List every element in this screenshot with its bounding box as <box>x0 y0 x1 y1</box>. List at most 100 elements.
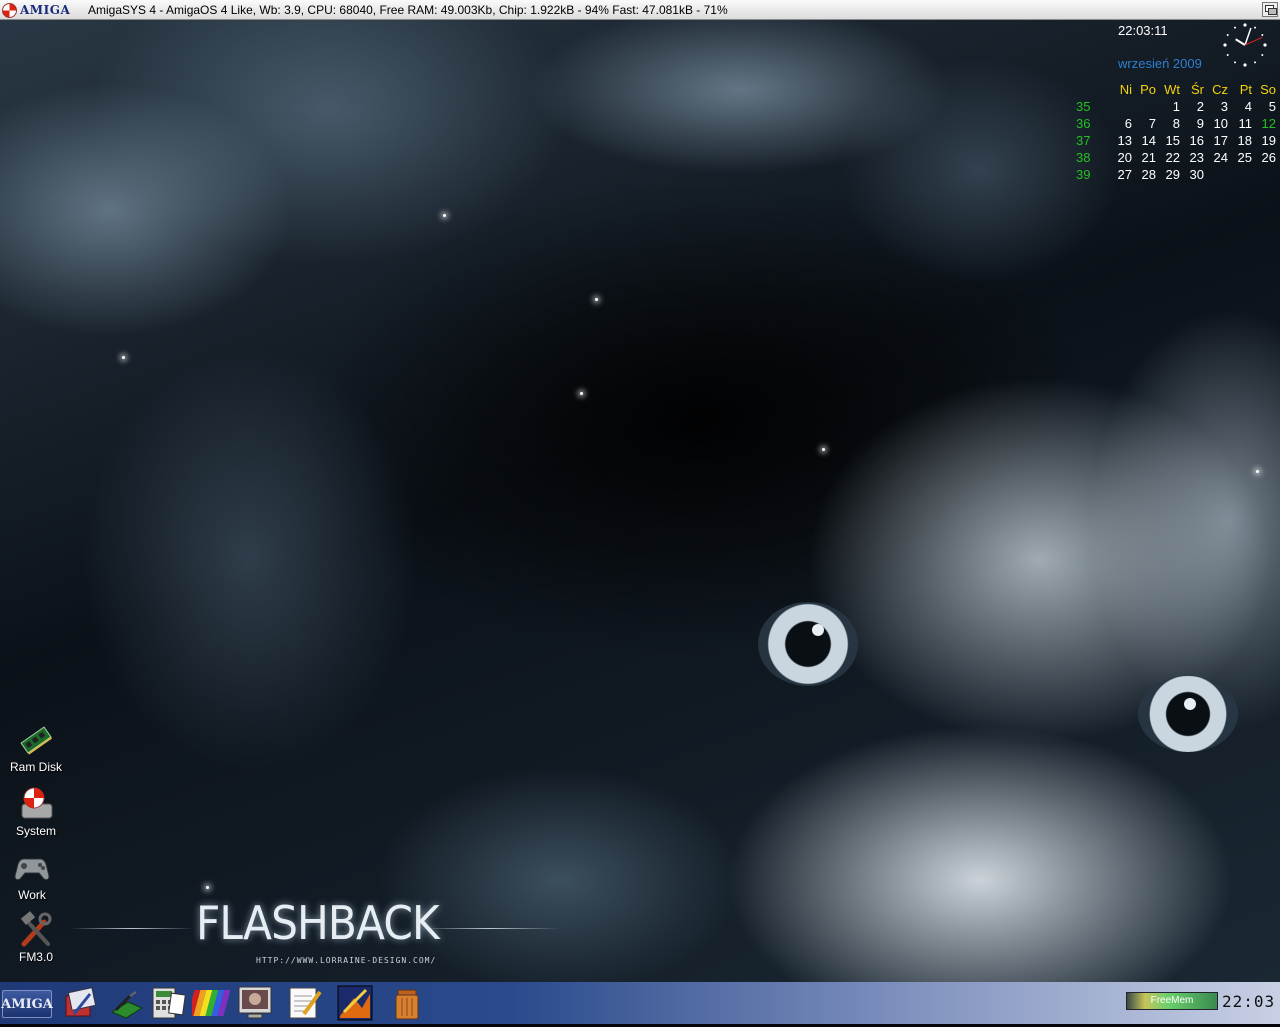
screen-title-bar[interactable]: AMIGA AmigaSYS 4 - AmigaOS 4 Like, Wb: 3… <box>0 0 1280 20</box>
calendar-day[interactable]: 26 <box>1252 150 1276 165</box>
calendar-day[interactable]: 14 <box>1132 133 1156 148</box>
screen-title: AmigaSYS 4 - AmigaOS 4 Like, Wb: 3.9, CP… <box>88 3 728 17</box>
wallpaper-line <box>420 928 560 929</box>
clock-tick <box>1254 26 1256 29</box>
clock-tick <box>1243 63 1247 67</box>
calendar-day[interactable]: 9 <box>1180 116 1204 131</box>
freemem-label: FreeMem <box>1150 995 1194 1006</box>
clock-tick <box>1234 61 1236 64</box>
calendar-day-header: Po <box>1140 82 1156 97</box>
calendar-day[interactable]: 7 <box>1132 116 1156 131</box>
dock-trashcan-button[interactable] <box>388 984 426 1022</box>
clock-tick <box>1261 34 1264 36</box>
clock-tick <box>1243 23 1247 27</box>
color-palette-icon <box>187 990 231 1016</box>
calendar-day[interactable]: 15 <box>1156 133 1180 148</box>
dock-toolkit-button[interactable] <box>60 984 98 1022</box>
boing-ball-drive-icon <box>16 784 56 824</box>
clock-tick <box>1261 54 1264 56</box>
calendar-day[interactable]: 18 <box>1228 133 1252 148</box>
calendar-day[interactable]: 4 <box>1228 99 1252 114</box>
calendar-day[interactable]: 1 <box>1156 99 1180 114</box>
tools-icon <box>16 910 56 950</box>
boing-ball-icon <box>2 2 17 18</box>
calendar-day[interactable]: 12 <box>1252 116 1276 131</box>
dock-shell-button[interactable] <box>108 984 146 1022</box>
calendar-month-year: wrzesień 2009 <box>1118 56 1202 71</box>
desktop-icon-system[interactable]: System <box>0 784 72 838</box>
calendar-day[interactable]: 25 <box>1228 150 1252 165</box>
calendar-day[interactable]: 3 <box>1204 99 1228 114</box>
trashcan-icon <box>395 989 419 1020</box>
wallpaper-eye-right <box>1138 676 1238 752</box>
star <box>122 356 125 359</box>
calendar-day[interactable]: 24 <box>1204 150 1228 165</box>
wallpaper-eye-left <box>758 602 858 686</box>
calendar-week-number: 37 <box>1076 133 1091 148</box>
star <box>822 448 825 451</box>
calendar-day[interactable]: 27 <box>1108 167 1132 182</box>
calendar-day-header: Śr <box>1191 82 1204 97</box>
calendar-day[interactable]: 28 <box>1132 167 1156 182</box>
taskbar-clock: 22:03 <box>1222 992 1276 1011</box>
calendar-day[interactable]: 19 <box>1252 133 1276 148</box>
calendar-day[interactable]: 2 <box>1180 99 1204 114</box>
calendar-day[interactable]: 20 <box>1108 150 1132 165</box>
calendar-day-header: So <box>1260 82 1276 97</box>
calendar-day[interactable]: 29 <box>1156 167 1180 182</box>
calendar-day[interactable]: 6 <box>1108 116 1132 131</box>
wallpaper-url: HTTP://WWW.LORRAINE-DESIGN.COM/ <box>256 956 437 965</box>
calendar-day[interactable]: 8 <box>1156 116 1180 131</box>
dock-calculator-button[interactable] <box>150 984 188 1022</box>
clock-tick <box>1226 34 1229 36</box>
calendar-week-number: 39 <box>1076 167 1091 182</box>
shell-icon <box>110 991 144 1019</box>
calendar-day[interactable]: 22 <box>1156 150 1180 165</box>
desktop-icon-label: FM3.0 <box>18 950 53 964</box>
desktop-icon-work[interactable]: Work <box>0 848 68 902</box>
clock-hour-hand <box>1235 38 1246 46</box>
clock-tick <box>1234 26 1236 29</box>
calendar-day[interactable]: 21 <box>1132 150 1156 165</box>
calendar-week-number: 35 <box>1076 99 1091 114</box>
paint-icon <box>337 985 373 1021</box>
desktop-icon-label: System <box>15 824 56 838</box>
star <box>443 214 446 217</box>
desktop-icon-label: Ram Disk <box>9 760 62 774</box>
amiga-start-button[interactable]: AMIGA <box>1 990 53 1018</box>
calendar-day[interactable]: 16 <box>1180 133 1204 148</box>
dock-paint-button[interactable] <box>336 984 374 1022</box>
desktop-icon-fm3[interactable]: FM3.0 <box>0 910 72 964</box>
calendar-day-header: Ni <box>1119 82 1132 97</box>
amiga-logo-text: AMIGA <box>20 3 71 17</box>
freemem-gauge[interactable]: FreeMem <box>1126 992 1218 1010</box>
wallpaper-line <box>70 928 194 929</box>
analog-clock <box>1223 23 1267 67</box>
star <box>580 392 583 395</box>
calendar-day-header: Wt <box>1164 82 1180 97</box>
depth-arrange-icon[interactable] <box>1262 2 1278 17</box>
toolkit-icon <box>65 987 97 1017</box>
desktop-icon-label: Work <box>18 888 46 902</box>
dock-monitor-button[interactable] <box>236 984 274 1022</box>
desktop-icon-ram-disk[interactable]: Ram Disk <box>0 720 72 774</box>
calendar-day[interactable]: 11 <box>1228 116 1253 131</box>
calendar-day-header: Cz <box>1212 82 1228 97</box>
dock-palette-button[interactable] <box>187 984 231 1022</box>
calendar-day[interactable]: 23 <box>1180 150 1204 165</box>
calendar-day[interactable]: 30 <box>1180 167 1204 182</box>
dock-notepad-button[interactable] <box>286 984 324 1022</box>
star <box>206 886 209 889</box>
calendar-day[interactable]: 17 <box>1204 133 1228 148</box>
clock-tick <box>1223 43 1227 47</box>
clock-tick <box>1254 61 1256 64</box>
star <box>1256 470 1259 473</box>
calendar-day[interactable]: 10 <box>1204 116 1228 131</box>
clock-tick <box>1226 54 1229 56</box>
calendar-day[interactable]: 13 <box>1108 133 1132 148</box>
gamepad-icon <box>12 848 52 888</box>
digital-clock: 22:03:11 <box>1118 23 1168 38</box>
calendar-day[interactable]: 5 <box>1252 99 1276 114</box>
notepad-icon <box>289 987 322 1019</box>
amiga-menu-button[interactable]: AMIGA <box>2 2 82 18</box>
